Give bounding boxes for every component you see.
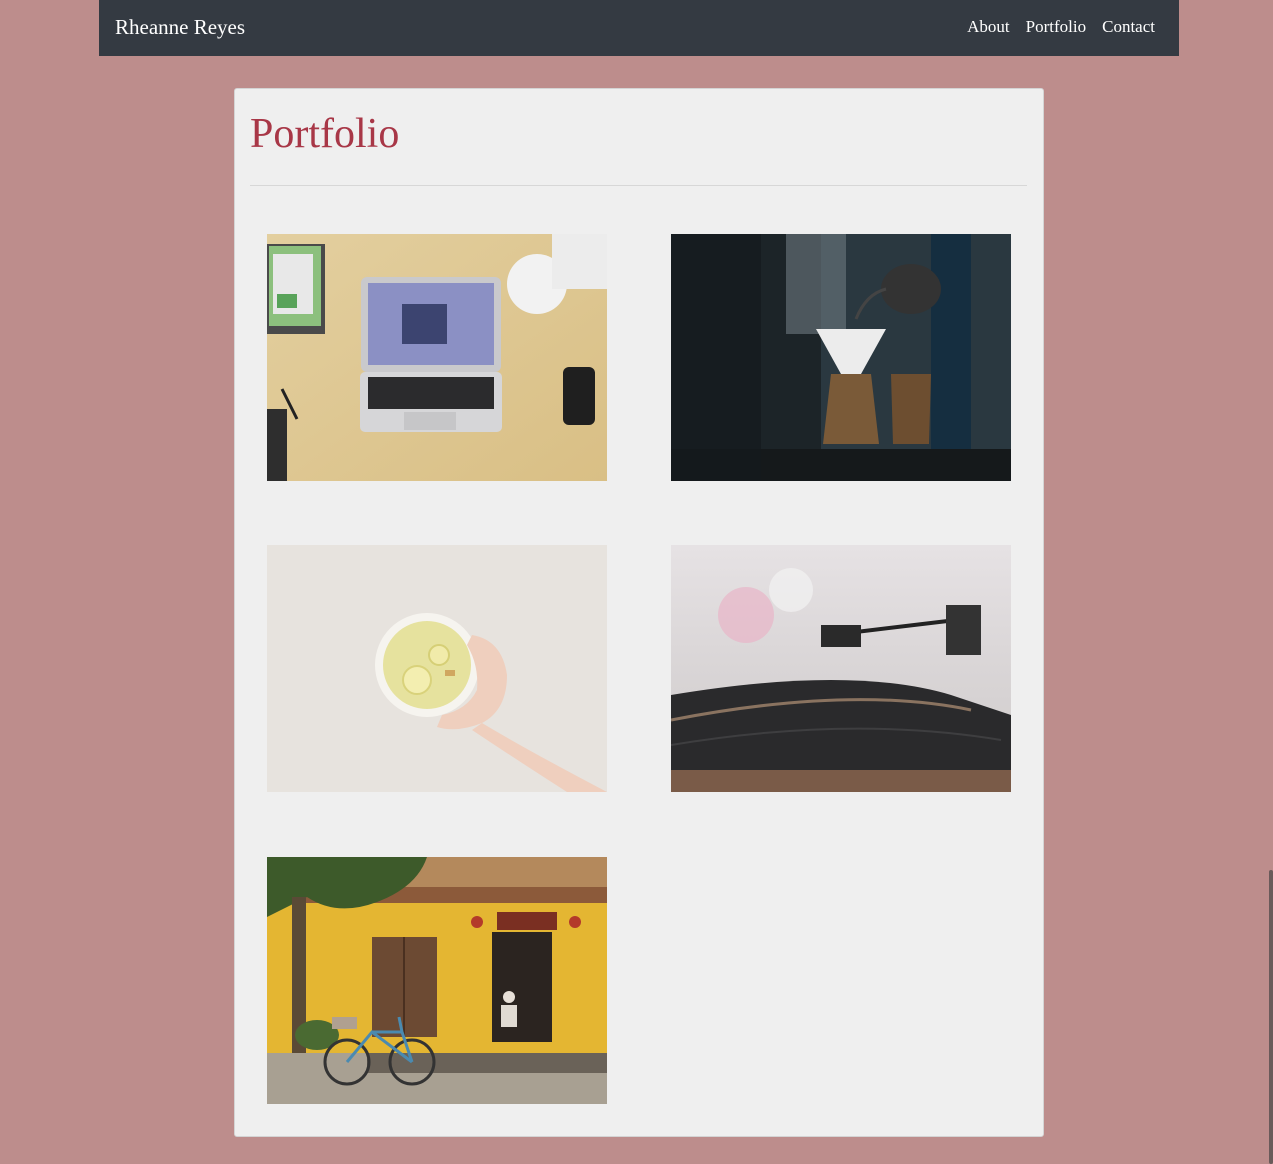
portfolio-image-record-player[interactable] (671, 545, 1011, 792)
lemon-tea-photo (267, 545, 607, 792)
laptop-photo (267, 234, 607, 481)
nav-link-portfolio[interactable]: Portfolio (1026, 17, 1086, 37)
coffee-photo (671, 234, 1011, 481)
navbar: Rheanne Reyes About Portfolio Contact (99, 0, 1179, 56)
portfolio-card: Portfolio (234, 88, 1044, 1137)
nav-links: About Portfolio Contact (967, 17, 1155, 37)
portfolio-image-lemon-tea[interactable] (267, 545, 607, 792)
portfolio-image-yellow-building[interactable] (267, 857, 607, 1104)
title-divider (250, 185, 1027, 186)
portfolio-image-coffee[interactable] (671, 234, 1011, 481)
nav-link-contact[interactable]: Contact (1102, 17, 1155, 37)
brand-link[interactable]: Rheanne Reyes (115, 15, 245, 40)
record-player-photo (671, 545, 1011, 792)
portfolio-image-laptop[interactable] (267, 234, 607, 481)
yellow-building-photo (267, 857, 607, 1104)
page-title: Portfolio (250, 111, 400, 157)
page-scrollbar[interactable] (1269, 870, 1273, 1164)
nav-link-about[interactable]: About (967, 17, 1010, 37)
